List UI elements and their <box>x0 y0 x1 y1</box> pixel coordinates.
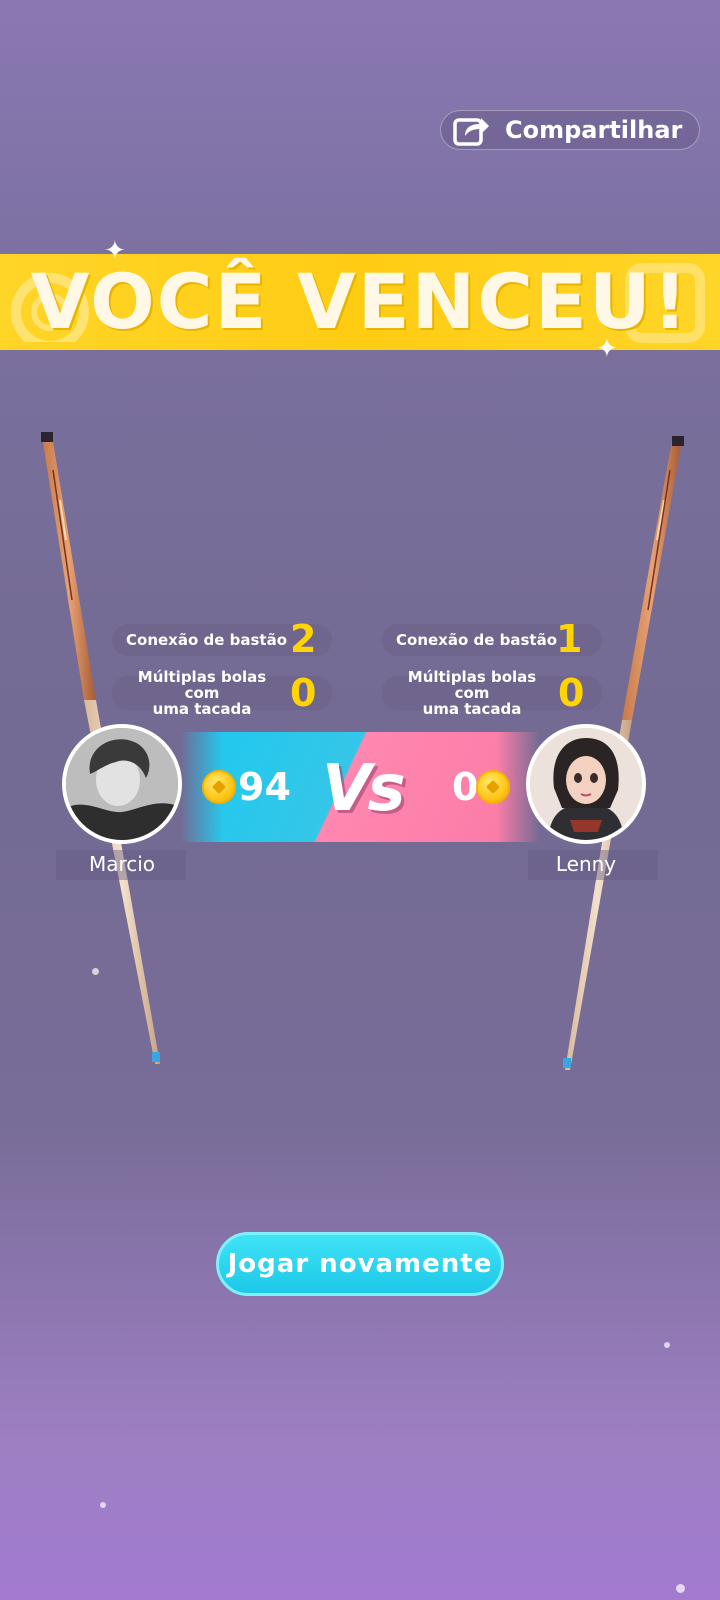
avatar-right-photo <box>530 728 642 840</box>
stat-multi-value-left: 0 <box>290 671 317 715</box>
decor-dot <box>100 1502 106 1508</box>
coin-icon <box>476 770 510 804</box>
coins-right: 0 <box>452 765 479 809</box>
versus-label: Vs <box>322 752 406 826</box>
decor-dot <box>92 968 99 975</box>
avatar-left[interactable] <box>62 724 182 844</box>
coins-left: 94 <box>238 765 291 809</box>
player-name-left: Marcio <box>88 852 156 876</box>
stat-multi-value-right: 0 <box>558 671 585 715</box>
stat-combo-label: Conexão de bastão <box>126 631 288 649</box>
decor-dot <box>676 1584 685 1593</box>
play-again-button[interactable]: Jogar novamente <box>216 1232 504 1296</box>
stat-combo-value-right: 1 <box>556 617 583 661</box>
player-name-right: Lenny <box>555 852 617 876</box>
stat-multi-label: Múltiplas bolas com uma tacada <box>137 668 267 718</box>
avatar-right[interactable] <box>526 724 646 844</box>
avatar-left-photo <box>66 728 178 840</box>
stat-combo-label: Conexão de bastão <box>396 631 558 649</box>
stat-multi-label: Múltiplas bolas com uma tacada <box>407 668 537 718</box>
stat-combo-value-left: 2 <box>290 617 317 661</box>
decor-dot <box>664 1342 670 1348</box>
coin-icon <box>202 770 236 804</box>
